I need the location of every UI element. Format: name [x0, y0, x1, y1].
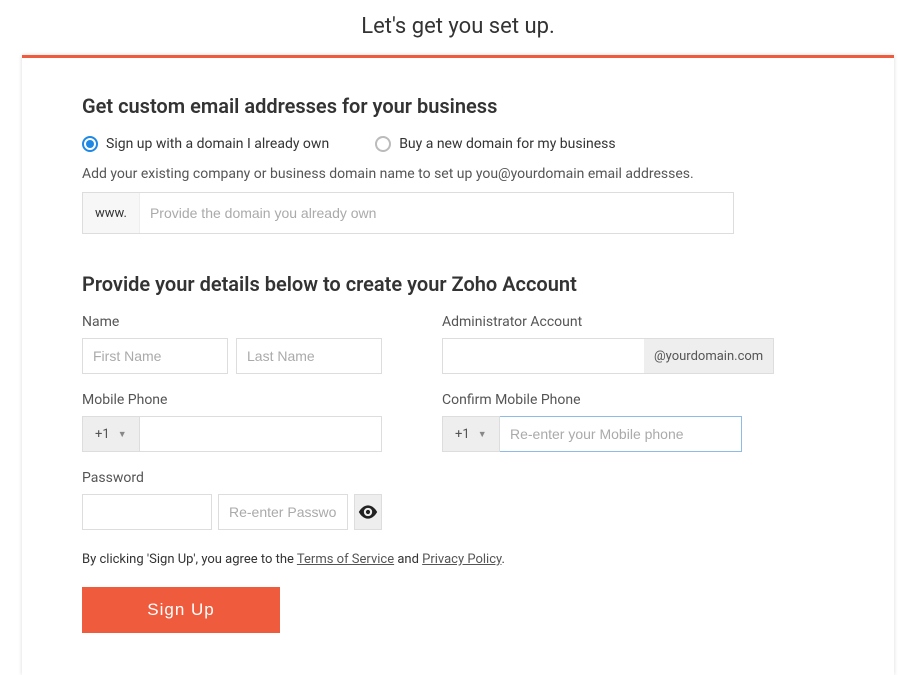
name-field: Name: [82, 314, 382, 374]
details-form: Name Administrator Account @yourdomain.c…: [82, 314, 834, 530]
domain-helper-text: Add your existing company or business do…: [82, 166, 834, 182]
confirm-mobile-field: Confirm Mobile Phone +1 ▼: [442, 392, 742, 452]
caret-down-icon: ▼: [478, 429, 487, 440]
last-name-input[interactable]: [236, 338, 382, 374]
confirm-mobile-label: Confirm Mobile Phone: [442, 392, 742, 408]
confirm-mobile-phone-input[interactable]: [500, 416, 742, 452]
radio-own-label: Sign up with a domain I already own: [106, 136, 329, 152]
agree-prefix: By clicking 'Sign Up', you agree to the: [82, 552, 297, 567]
domain-prefix: www.: [83, 193, 140, 233]
radio-unchecked-icon: [375, 136, 391, 152]
confirm-mobile-input-group: +1 ▼: [442, 416, 742, 452]
domain-input[interactable]: [140, 193, 733, 233]
domain-heading: Get custom email addresses for your busi…: [82, 94, 834, 118]
empty-cell: [442, 470, 742, 530]
mobile-phone-input[interactable]: [140, 416, 382, 452]
confirm-mobile-country-code-select[interactable]: +1 ▼: [442, 416, 500, 452]
agree-mid: and: [394, 552, 422, 567]
setup-card: Get custom email addresses for your busi…: [22, 55, 894, 675]
mobile-label: Mobile Phone: [82, 392, 382, 408]
reenter-password-input[interactable]: [218, 494, 348, 530]
toggle-password-visibility-button[interactable]: [354, 494, 382, 530]
sign-up-button[interactable]: Sign Up: [82, 587, 280, 633]
radio-own-domain[interactable]: Sign up with a domain I already own: [82, 136, 329, 152]
details-heading: Provide your details below to create you…: [82, 272, 834, 296]
password-input[interactable]: [82, 494, 212, 530]
name-label: Name: [82, 314, 382, 330]
agree-suffix: .: [502, 552, 505, 567]
mobile-input-group: +1 ▼: [82, 416, 382, 452]
eye-icon: [358, 505, 378, 519]
admin-suffix: @yourdomain.com: [644, 338, 774, 374]
mobile-country-code-select[interactable]: +1 ▼: [82, 416, 140, 452]
name-inputs: [82, 338, 382, 374]
admin-label: Administrator Account: [442, 314, 742, 330]
privacy-policy-link[interactable]: Privacy Policy: [422, 552, 501, 567]
password-inputs: [82, 494, 382, 530]
password-label: Password: [82, 470, 382, 486]
page-title: Let's get you set up.: [0, 0, 916, 55]
mobile-field: Mobile Phone +1 ▼: [82, 392, 382, 452]
terms-of-service-link[interactable]: Terms of Service: [297, 552, 394, 567]
domain-input-group: www.: [82, 192, 734, 234]
domain-option-row: Sign up with a domain I already own Buy …: [82, 136, 834, 152]
radio-buy-label: Buy a new domain for my business: [399, 136, 615, 152]
admin-input-group: @yourdomain.com: [442, 338, 742, 374]
radio-checked-icon: [82, 136, 98, 152]
confirm-mobile-cc-value: +1: [455, 427, 470, 442]
admin-account-input[interactable]: [442, 338, 644, 374]
first-name-input[interactable]: [82, 338, 228, 374]
mobile-cc-value: +1: [95, 427, 110, 442]
caret-down-icon: ▼: [118, 429, 127, 440]
password-field: Password: [82, 470, 382, 530]
admin-field: Administrator Account @yourdomain.com: [442, 314, 742, 374]
radio-buy-domain[interactable]: Buy a new domain for my business: [375, 136, 615, 152]
agree-text: By clicking 'Sign Up', you agree to the …: [82, 552, 834, 567]
